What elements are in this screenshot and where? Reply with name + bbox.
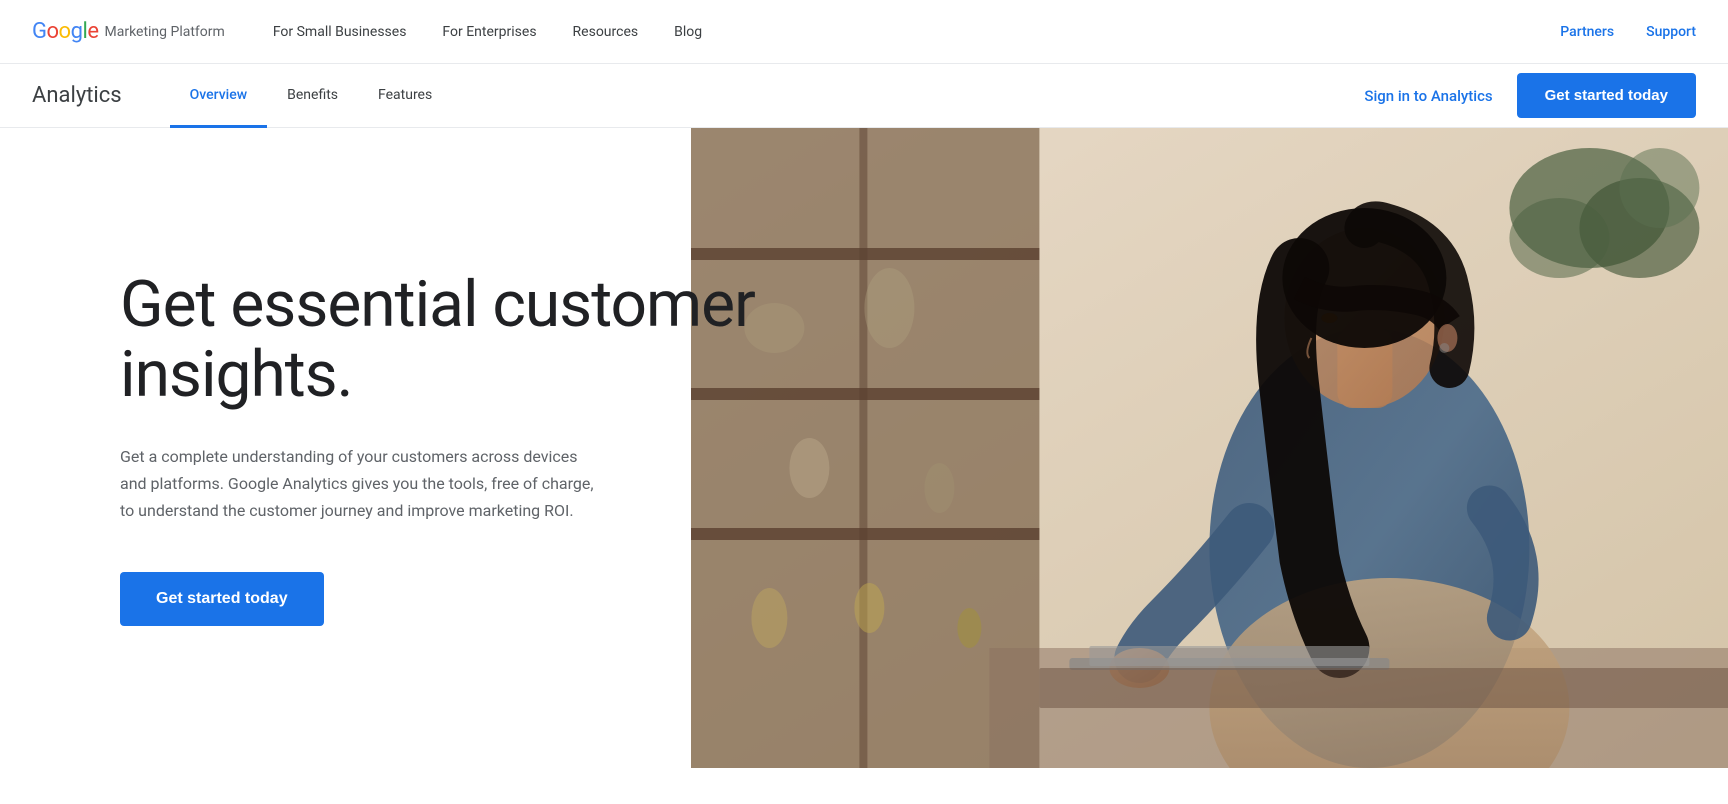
platform-name: Marketing Platform (104, 24, 224, 40)
hero-description: Get a complete understanding of your cus… (120, 443, 600, 525)
tab-features[interactable]: Features (358, 65, 452, 128)
top-nav-links: For Small Businesses For Enterprises Res… (273, 24, 1560, 40)
analytics-brand-label: Analytics (32, 83, 122, 108)
top-nav-right: Partners Support (1560, 24, 1696, 40)
nav-link-partners[interactable]: Partners (1560, 24, 1614, 40)
hero-title: Get essential customer insights. (120, 270, 784, 411)
nav-link-small-business[interactable]: For Small Businesses (273, 24, 407, 40)
get-started-button-header[interactable]: Get started today (1517, 73, 1696, 118)
google-logo: Google (32, 19, 98, 44)
sub-navigation: Analytics Overview Benefits Features Sig… (0, 64, 1728, 128)
nav-link-support[interactable]: Support (1646, 24, 1696, 40)
tab-overview[interactable]: Overview (170, 65, 267, 128)
sub-nav-links: Overview Benefits Features (170, 64, 453, 127)
sign-in-link[interactable]: Sign in to Analytics (1364, 87, 1492, 105)
nav-link-resources[interactable]: Resources (573, 24, 639, 40)
get-started-button-hero[interactable]: Get started today (120, 572, 324, 626)
hero-section: Get essential customer insights. Get a c… (0, 128, 1728, 768)
sub-nav-right: Sign in to Analytics Get started today (1364, 73, 1696, 118)
nav-link-blog[interactable]: Blog (674, 24, 702, 40)
brand-logo[interactable]: Google Marketing Platform (32, 19, 225, 44)
tab-benefits[interactable]: Benefits (267, 65, 358, 128)
nav-link-enterprises[interactable]: For Enterprises (442, 24, 536, 40)
top-navigation: Google Marketing Platform For Small Busi… (0, 0, 1728, 64)
hero-content: Get essential customer insights. Get a c… (0, 128, 864, 768)
